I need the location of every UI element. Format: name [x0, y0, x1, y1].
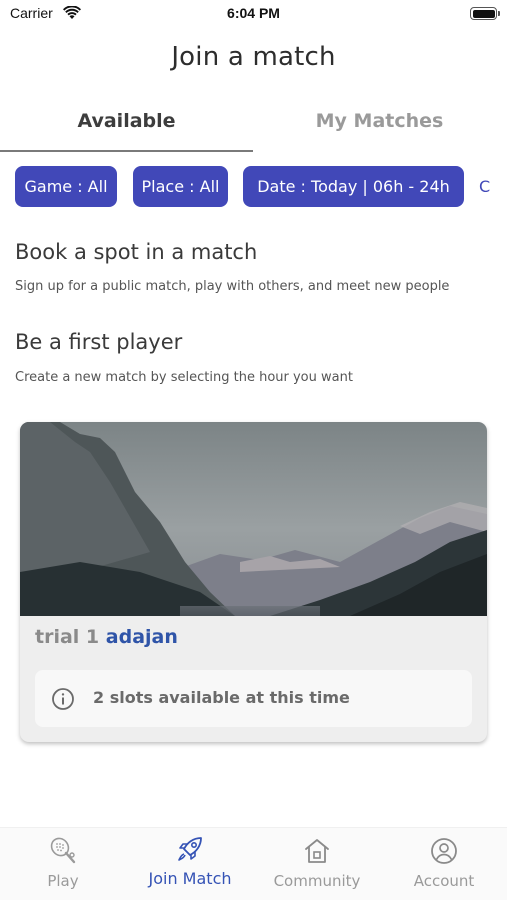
status-time: 6:04 PM	[227, 5, 280, 21]
tab-bar: Available My Matches	[0, 100, 507, 154]
match-title: trial 1 adajan	[35, 626, 178, 648]
date-filter-chip[interactable]: Date : Today | 06h - 24h	[243, 166, 464, 207]
nav-item-account[interactable]: Account	[381, 828, 507, 900]
section-subtitle-book: Sign up for a public match, play with ot…	[15, 279, 450, 294]
info-icon	[52, 688, 74, 710]
rocket-icon	[178, 837, 202, 861]
match-card[interactable]: trial 1 adajan 2 slots available at this…	[20, 422, 487, 742]
tab-active-indicator	[0, 150, 253, 152]
user-circle-icon	[431, 838, 457, 864]
section-title-first-player: Be a first player	[15, 330, 183, 354]
match-venue-image	[20, 422, 487, 616]
bottom-nav: Play Join Match Community Account	[0, 827, 507, 900]
tab-my-matches[interactable]: My Matches	[253, 100, 506, 152]
padel-racket-icon	[50, 837, 76, 864]
nav-item-play[interactable]: Play	[0, 828, 126, 900]
filter-chips: Game : All Place : All Date : Today | 06…	[15, 166, 507, 208]
match-place-link[interactable]: adajan	[106, 626, 178, 648]
battery-icon	[470, 7, 500, 20]
page-title: Join a match	[171, 42, 336, 72]
game-filter-chip[interactable]: Game : All	[15, 166, 117, 207]
section-title-book: Book a spot in a match	[15, 240, 258, 264]
slots-available-text: 2 slots available at this time	[93, 688, 350, 707]
tab-available[interactable]: Available	[0, 100, 253, 152]
nav-item-join-match[interactable]: Join Match	[127, 828, 253, 900]
section-subtitle-first-player: Create a new match by selecting the hour…	[15, 370, 353, 385]
home-icon	[305, 839, 329, 863]
nav-label-account: Account	[413, 872, 475, 890]
clear-filter-button[interactable]: C	[479, 166, 490, 207]
status-bar: Carrier 6:04 PM	[0, 0, 507, 30]
match-name: trial 1	[35, 626, 100, 648]
slots-info-box: 2 slots available at this time	[35, 670, 472, 727]
nav-item-community[interactable]: Community	[254, 828, 380, 900]
nav-label-play: Play	[47, 872, 79, 890]
nav-label-join-match: Join Match	[148, 869, 232, 888]
place-filter-chip[interactable]: Place : All	[133, 166, 228, 207]
nav-label-community: Community	[273, 872, 361, 890]
